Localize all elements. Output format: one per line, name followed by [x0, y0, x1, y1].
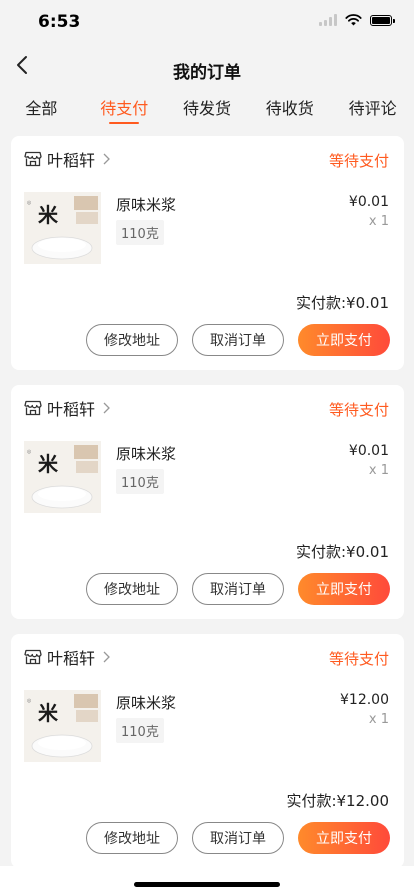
svg-text:米: 米 — [38, 452, 59, 476]
order-actions: 修改地址 取消订单 立即支付 — [86, 573, 390, 605]
pay-now-button[interactable]: 立即支付 — [298, 324, 390, 356]
product-price: ¥0.01 — [348, 443, 389, 459]
cancel-order-button[interactable]: 取消订单 — [192, 324, 284, 356]
shop-name: 叶稻轩 — [47, 649, 96, 668]
cancel-order-button[interactable]: 取消订单 — [192, 573, 284, 605]
chevron-right-icon — [103, 402, 110, 414]
paid-label: 实付款: — [286, 792, 337, 810]
order-card: 叶稻轩 等待支付 米 ◎ 原味米浆 110克 ¥0.01 x 1 实付款:¥0.… — [11, 136, 404, 370]
svg-text:米: 米 — [38, 203, 59, 227]
shop-name: 叶稻轩 — [47, 400, 96, 419]
tab-all[interactable]: 全部 — [0, 92, 83, 132]
status-icons — [319, 14, 395, 26]
tab-pending-shipment[interactable]: 待发货 — [166, 92, 249, 132]
shop-link[interactable]: 叶稻轩 — [24, 397, 110, 419]
paid-amount: ¥12.00 — [336, 792, 390, 810]
product-quantity: x 1 — [368, 712, 389, 727]
product-price: ¥12.00 — [340, 692, 389, 708]
product-quantity: x 1 — [368, 214, 389, 229]
shop-link[interactable]: 叶稻轩 — [24, 148, 110, 170]
chevron-right-icon — [103, 651, 110, 663]
shop-icon — [24, 151, 42, 167]
product-quantity: x 1 — [368, 463, 389, 478]
product-image[interactable]: 米 ◎ — [24, 690, 101, 762]
order-actions: 修改地址 取消订单 立即支付 — [86, 324, 390, 356]
product-image[interactable]: 米 ◎ — [24, 441, 101, 513]
svg-text:◎: ◎ — [27, 200, 32, 206]
tab-pending-review[interactable]: 待评论 — [331, 92, 414, 132]
home-indicator — [134, 882, 280, 887]
tab-pending-payment[interactable]: 待支付 — [83, 92, 166, 132]
bottom-area — [0, 866, 414, 896]
order-card: 叶稻轩 等待支付 米 ◎ 原味米浆 110克 ¥0.01 x 1 实付款:¥0.… — [11, 385, 404, 619]
pay-now-button[interactable]: 立即支付 — [298, 573, 390, 605]
order-actions: 修改地址 取消订单 立即支付 — [86, 822, 390, 854]
order-card: 叶稻轩 等待支付 米 ◎ 原味米浆 110克 ¥12.00 x 1 实付款:¥1… — [11, 634, 404, 868]
product-spec: 110克 — [116, 469, 164, 494]
product-image[interactable]: 米 ◎ — [24, 192, 101, 264]
status-time: 6:53 — [38, 12, 81, 32]
page-title: 我的订单 — [173, 63, 241, 83]
modify-address-button[interactable]: 修改地址 — [86, 822, 178, 854]
shop-icon — [24, 649, 42, 665]
nav-bar: 我的订单 — [0, 44, 414, 92]
paid-amount: ¥0.01 — [346, 294, 389, 312]
svg-text:◎: ◎ — [27, 449, 32, 455]
product-price: ¥0.01 — [348, 194, 389, 210]
product-name: 原味米浆 — [116, 694, 177, 712]
order-status: 等待支付 — [328, 152, 389, 170]
shop-name: 叶稻轩 — [47, 151, 96, 170]
battery-icon — [370, 14, 395, 26]
tab-pending-receipt[interactable]: 待收货 — [248, 92, 331, 132]
chevron-right-icon — [103, 153, 110, 165]
shop-icon — [24, 400, 42, 416]
order-tabs: 全部 待支付 待发货 待收货 待评论 — [0, 92, 414, 132]
product-spec: 110克 — [116, 718, 164, 743]
signal-icon — [319, 14, 337, 26]
paid-amount: ¥0.01 — [346, 543, 389, 561]
order-status: 等待支付 — [328, 650, 389, 668]
modify-address-button[interactable]: 修改地址 — [86, 573, 178, 605]
paid-amount-row: 实付款:¥0.01 — [296, 541, 389, 562]
paid-amount-row: 实付款:¥0.01 — [296, 292, 389, 313]
paid-amount-row: 实付款:¥12.00 — [286, 790, 389, 811]
product-name: 原味米浆 — [116, 445, 177, 463]
order-list: 叶稻轩 等待支付 米 ◎ 原味米浆 110克 ¥0.01 x 1 实付款:¥0.… — [11, 136, 404, 883]
svg-text:米: 米 — [38, 701, 59, 725]
svg-text:◎: ◎ — [27, 698, 32, 704]
shop-link[interactable]: 叶稻轩 — [24, 646, 110, 668]
product-spec: 110克 — [116, 220, 164, 245]
paid-label: 实付款: — [295, 294, 347, 312]
cancel-order-button[interactable]: 取消订单 — [192, 822, 284, 854]
wifi-icon — [345, 14, 362, 26]
modify-address-button[interactable]: 修改地址 — [86, 324, 178, 356]
pay-now-button[interactable]: 立即支付 — [298, 822, 390, 854]
paid-label: 实付款: — [295, 543, 347, 561]
product-name: 原味米浆 — [116, 196, 177, 214]
status-bar: 6:53 — [0, 0, 414, 44]
order-status: 等待支付 — [328, 401, 389, 419]
